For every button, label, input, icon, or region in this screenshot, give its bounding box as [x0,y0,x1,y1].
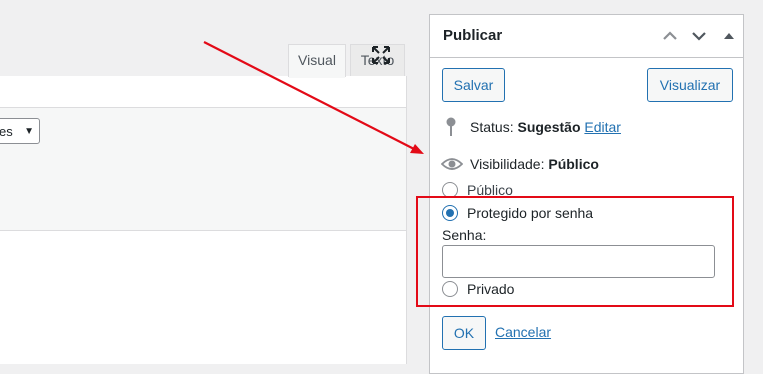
editor-area: es ▼ [0,76,407,364]
cancel-link[interactable]: Cancelar [495,324,551,340]
tab-visual[interactable]: Visual [288,44,346,77]
status-label: Status: [470,119,514,135]
chevron-down-icon: ▼ [24,126,34,137]
triangle-up-icon[interactable] [720,27,738,45]
format-select-value: es [0,124,13,139]
status-value: Sugestão [517,119,581,135]
save-button[interactable]: Salvar [442,68,505,102]
pin-icon [446,117,456,136]
fullscreen-icon[interactable] [370,44,392,66]
editor-media-bar [0,76,406,108]
status-edit-link[interactable]: Editar [584,119,621,135]
chevron-down-icon[interactable] [690,27,708,45]
visibility-row: Visibilidade: Público [470,156,599,172]
publish-header: Publicar [430,15,743,58]
chevron-up-icon[interactable] [661,27,679,45]
eye-icon [441,158,463,170]
status-row: Status: Sugestão Editar [470,119,621,135]
ok-button[interactable]: OK [442,316,486,350]
format-select[interactable]: es ▼ [0,118,40,144]
publish-box: Publicar Salvar Visualizar Status: Suges… [429,14,744,374]
visibility-label: Visibilidade: [470,156,545,172]
editor-toolbar: es ▼ [0,108,406,231]
preview-button[interactable]: Visualizar [647,68,733,102]
highlight-box [416,196,734,307]
visibility-value: Público [548,156,599,172]
publish-title: Publicar [443,27,503,44]
